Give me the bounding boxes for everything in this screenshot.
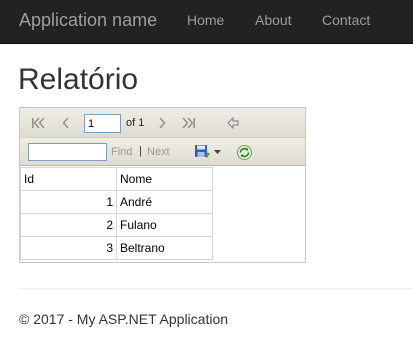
nav-about-link[interactable]: About	[255, 12, 292, 28]
cell-nome: Beltrano	[116, 236, 213, 260]
cell-id: 1	[20, 190, 117, 214]
last-page-icon[interactable]	[181, 116, 197, 130]
next-page-icon[interactable]	[156, 116, 168, 130]
column-header-nome: Nome	[116, 167, 213, 191]
table-row: 2 Fulano	[20, 213, 213, 237]
dropdown-arrow-icon[interactable]	[213, 149, 221, 155]
cell-id: 2	[20, 213, 117, 237]
cell-nome: André	[116, 190, 213, 214]
brand-link[interactable]: Application name	[19, 10, 157, 31]
previous-page-icon[interactable]	[60, 116, 72, 130]
navigation-toolbar: of 1	[20, 108, 305, 138]
find-input[interactable]	[28, 143, 107, 161]
footer-divider	[19, 288, 413, 289]
cell-id: 3	[20, 236, 117, 260]
back-icon[interactable]	[225, 116, 241, 130]
report-table: Id Nome 1 André 2 Fulano 3 Beltrano	[20, 167, 213, 260]
column-header-id: Id	[20, 167, 117, 191]
page-count-label: of 1	[126, 117, 145, 129]
first-page-icon[interactable]	[30, 116, 46, 130]
footer-copyright: © 2017 - My ASP.NET Application	[19, 311, 229, 327]
find-next-link[interactable]: Next	[147, 146, 170, 158]
navbar: Application name Home About Contact	[0, 0, 413, 44]
find-toolbar: Find | Next	[20, 138, 305, 166]
page-title: Relatório	[18, 63, 139, 96]
table-row: 1 André	[20, 190, 213, 214]
find-separator: |	[139, 145, 142, 157]
page-number-input[interactable]	[84, 114, 121, 133]
nav-home-link[interactable]: Home	[187, 12, 224, 28]
find-link[interactable]: Find	[111, 146, 132, 158]
table-row: 3 Beltrano	[20, 236, 213, 260]
report-viewer: of 1 Find | Next Id Nome	[19, 107, 306, 263]
export-icon[interactable]	[193, 143, 211, 160]
refresh-icon[interactable]	[235, 143, 253, 161]
cell-nome: Fulano	[116, 213, 213, 237]
nav-contact-link[interactable]: Contact	[322, 12, 370, 28]
table-header-row: Id Nome	[20, 167, 213, 191]
